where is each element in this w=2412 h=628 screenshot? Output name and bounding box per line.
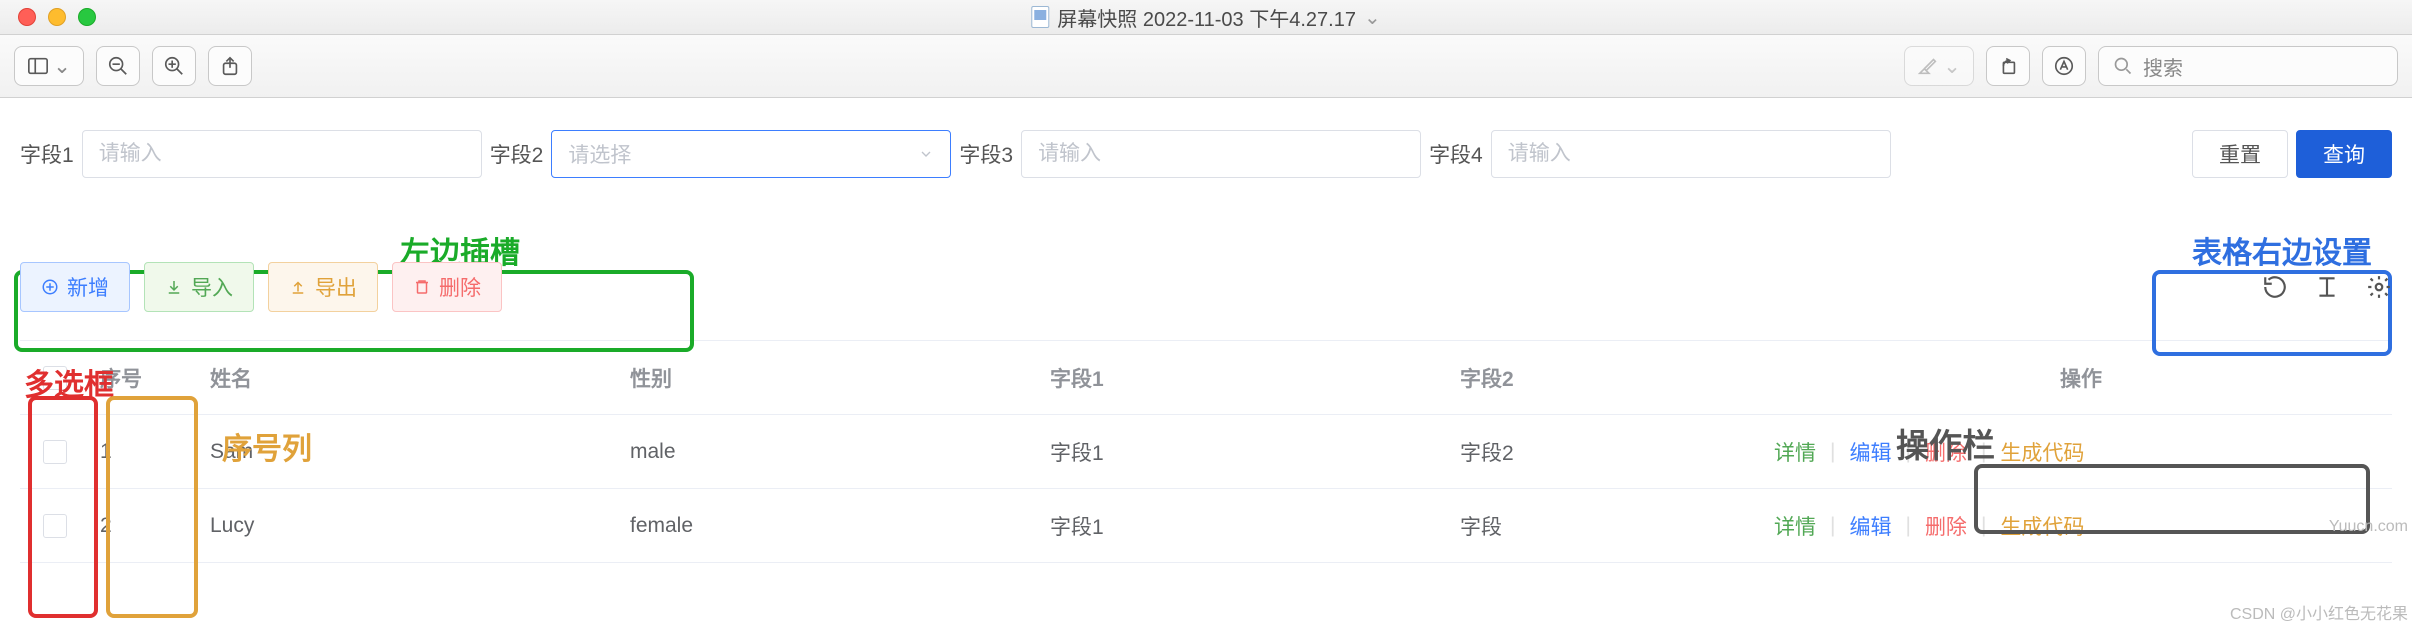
export-button[interactable]: 导出 [268, 262, 378, 312]
window-title: 屏幕快照 2022-11-03 下午4.27.17 ⌄ [1031, 3, 1380, 32]
highlight-button[interactable]: ⌄ [1904, 46, 1974, 86]
mac-toolbar: ⌄ ⌄ 搜索 [0, 35, 2412, 98]
annotation-idx-col: 序号列 [222, 424, 312, 468]
table-settings-group [2262, 274, 2392, 300]
trash-icon [413, 278, 431, 296]
op-edit[interactable]: 编辑 [1845, 511, 1895, 541]
filter2-placeholder: 请选择 [568, 139, 631, 169]
markup-button[interactable] [2042, 46, 2086, 86]
action-bar: 新增 导入 导出 删除 [20, 262, 2392, 312]
traffic-lights [0, 8, 96, 26]
col-name: 姓名 [210, 363, 630, 393]
delete-button[interactable]: 删除 [392, 262, 502, 312]
minimize-window-button[interactable] [48, 8, 66, 26]
rotate-button[interactable] [1986, 46, 2030, 86]
chevron-down-icon [918, 146, 934, 162]
cell-f2: 字段2 [1460, 437, 1770, 467]
cell-ops: 详情| 编辑| 删除| 生成代码 [1770, 437, 2392, 467]
annotation-op-col: 操作栏 [1896, 419, 1995, 467]
cell-sex: female [630, 514, 1050, 538]
filter1-input[interactable] [82, 130, 482, 178]
annotation-box-opcol [1974, 464, 2370, 534]
sidebar-toggle-button[interactable]: ⌄ [14, 46, 84, 86]
reset-button[interactable]: 重置 [2192, 130, 2288, 178]
share-button[interactable] [208, 46, 252, 86]
annotation-box-multiselect [28, 396, 98, 618]
toolbar-search[interactable]: 搜索 [2098, 46, 2398, 86]
query-button[interactable]: 查询 [2296, 130, 2392, 178]
filter1-label: 字段1 [20, 139, 74, 169]
add-button[interactable]: 新增 [20, 262, 130, 312]
search-icon [2113, 56, 2133, 76]
col-operation: 操作 [1770, 363, 2392, 393]
filter4-label: 字段4 [1429, 139, 1483, 169]
mac-titlebar: 屏幕快照 2022-11-03 下午4.27.17 ⌄ [0, 0, 2412, 35]
filter3-label: 字段3 [959, 139, 1013, 169]
filter4-input[interactable] [1491, 130, 1891, 178]
filter2-label: 字段2 [490, 139, 544, 169]
zoom-out-button[interactable] [96, 46, 140, 86]
cell-f1: 字段1 [1050, 511, 1460, 541]
op-edit[interactable]: 编辑 [1845, 437, 1895, 467]
watermark-csdn: CSDN @小小红色无花果 [2230, 600, 2408, 624]
import-button[interactable]: 导入 [144, 262, 254, 312]
col-field1: 字段1 [1050, 363, 1460, 393]
title-chevron-icon[interactable]: ⌄ [1364, 5, 1381, 30]
annotation-box-idx [106, 396, 198, 618]
gear-icon[interactable] [2366, 274, 2392, 300]
cell-f1: 字段1 [1050, 437, 1460, 467]
col-sex: 性别 [630, 363, 1050, 393]
filter-bar: 字段1 字段2 请选择 字段3 字段4 重置 查询 [20, 130, 2392, 178]
col-field2: 字段2 [1460, 363, 1770, 393]
watermark-yuucn: Yuucn.com [2329, 518, 2408, 536]
density-icon[interactable] [2314, 274, 2340, 300]
op-detail[interactable]: 详情 [1770, 511, 1820, 541]
op-detail[interactable]: 详情 [1770, 437, 1820, 467]
op-gen[interactable]: 生成代码 [1996, 437, 2088, 467]
cell-sex: male [630, 440, 1050, 464]
upload-icon [289, 278, 307, 296]
cell-f2: 字段 [1460, 511, 1770, 541]
filter3-input[interactable] [1021, 130, 1421, 178]
close-window-button[interactable] [18, 8, 36, 26]
zoom-in-button[interactable] [152, 46, 196, 86]
plus-circle-icon [41, 278, 59, 296]
search-placeholder: 搜索 [2143, 52, 2183, 81]
window-title-text: 屏幕快照 2022-11-03 下午4.27.17 [1057, 3, 1356, 32]
op-delete[interactable]: 删除 [1921, 511, 1971, 541]
filter2-select[interactable]: 请选择 [551, 130, 951, 178]
download-icon [165, 278, 183, 296]
document-icon [1031, 6, 1049, 28]
refresh-icon[interactable] [2262, 274, 2288, 300]
maximize-window-button[interactable] [78, 8, 96, 26]
cell-name: Lucy [210, 514, 630, 538]
zoom-group [96, 46, 196, 86]
table-header-row: 序号 姓名 性别 字段1 字段2 操作 [20, 341, 2392, 415]
